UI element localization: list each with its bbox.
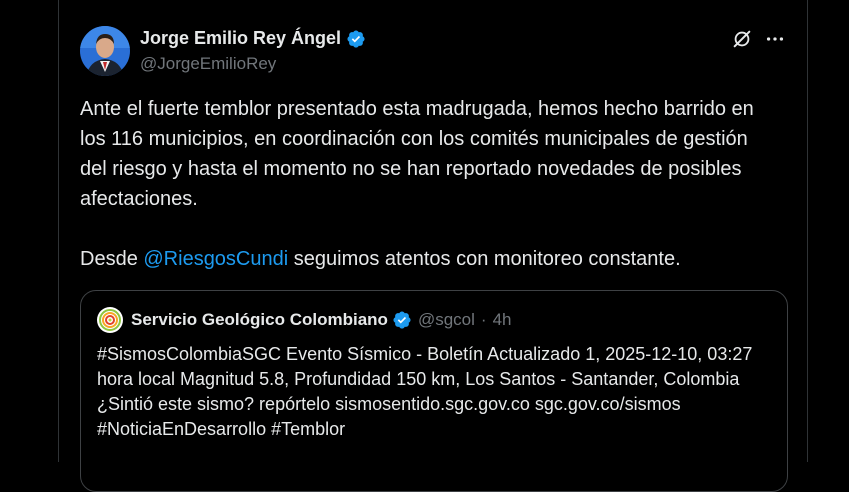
tweet-text-segment: Desde bbox=[80, 248, 144, 270]
tweet-paragraph: Desde @RiesgosCundi seguimos atentos con… bbox=[80, 244, 780, 274]
quoted-author-name[interactable]: Servicio Geológico Colombiano bbox=[131, 310, 388, 330]
verified-badge-icon bbox=[346, 29, 366, 49]
quoted-timestamp[interactable]: 4h bbox=[493, 310, 512, 330]
avatar[interactable] bbox=[80, 26, 130, 76]
meta-separator: · bbox=[480, 310, 487, 329]
author-handle[interactable]: @JorgeEmilioRey bbox=[140, 54, 276, 74]
sgc-logo bbox=[97, 307, 123, 333]
author-name-row: Jorge Emilio Rey Ángel bbox=[140, 28, 366, 49]
quoted-tweet-header: Servicio Geológico Colombiano @sgcol · 4… bbox=[97, 307, 511, 333]
verified-badge-icon bbox=[392, 310, 412, 330]
more-icon[interactable] bbox=[764, 28, 786, 50]
tweet-text-segment: seguimos atentos con monitoreo constante… bbox=[288, 248, 681, 270]
quoted-tweet-text: #SismosColombiaSGC Evento Sísmico - Bole… bbox=[97, 342, 777, 442]
mention-link[interactable]: @RiesgosCundi bbox=[143, 248, 288, 270]
avatar-image bbox=[80, 26, 130, 76]
quoted-paragraph: #SismosColombiaSGC Evento Sísmico - Bole… bbox=[97, 344, 753, 439]
grok-icon[interactable] bbox=[731, 28, 753, 50]
quoted-handle[interactable]: @sgcol bbox=[418, 310, 475, 330]
tweet-paragraph: Ante el fuerte temblor presentado esta m… bbox=[80, 98, 754, 210]
author-display-name[interactable]: Jorge Emilio Rey Ángel bbox=[140, 28, 341, 49]
tweet-text: Ante el fuerte temblor presentado esta m… bbox=[80, 94, 780, 274]
